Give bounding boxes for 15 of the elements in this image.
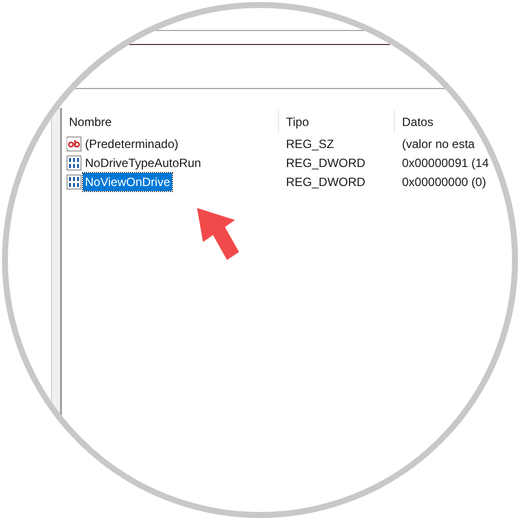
text-value-icon [66, 136, 82, 152]
binary-value-icon [66, 154, 82, 170]
value-type: REG_DWORD [286, 156, 366, 170]
column-header[interactable]: Tipo [279, 110, 395, 134]
value-data: (valor no esta [402, 136, 475, 150]
value-name[interactable]: (Predeterminado) [83, 134, 180, 152]
value-data: 0x00000091 (14 [402, 156, 489, 170]
value-name[interactable]: NoViewOnDrive [83, 172, 172, 190]
value-name[interactable]: NoDriveTypeAutoRun [83, 154, 204, 172]
value-type: REG_SZ [286, 136, 334, 150]
column-header[interactable]: Nombre [62, 110, 279, 134]
value-type: REG_DWORD [286, 174, 366, 188]
column-header[interactable]: Datos [395, 110, 505, 134]
value-data: 0x00000000 (0) [402, 174, 486, 188]
binary-value-icon [66, 174, 82, 190]
